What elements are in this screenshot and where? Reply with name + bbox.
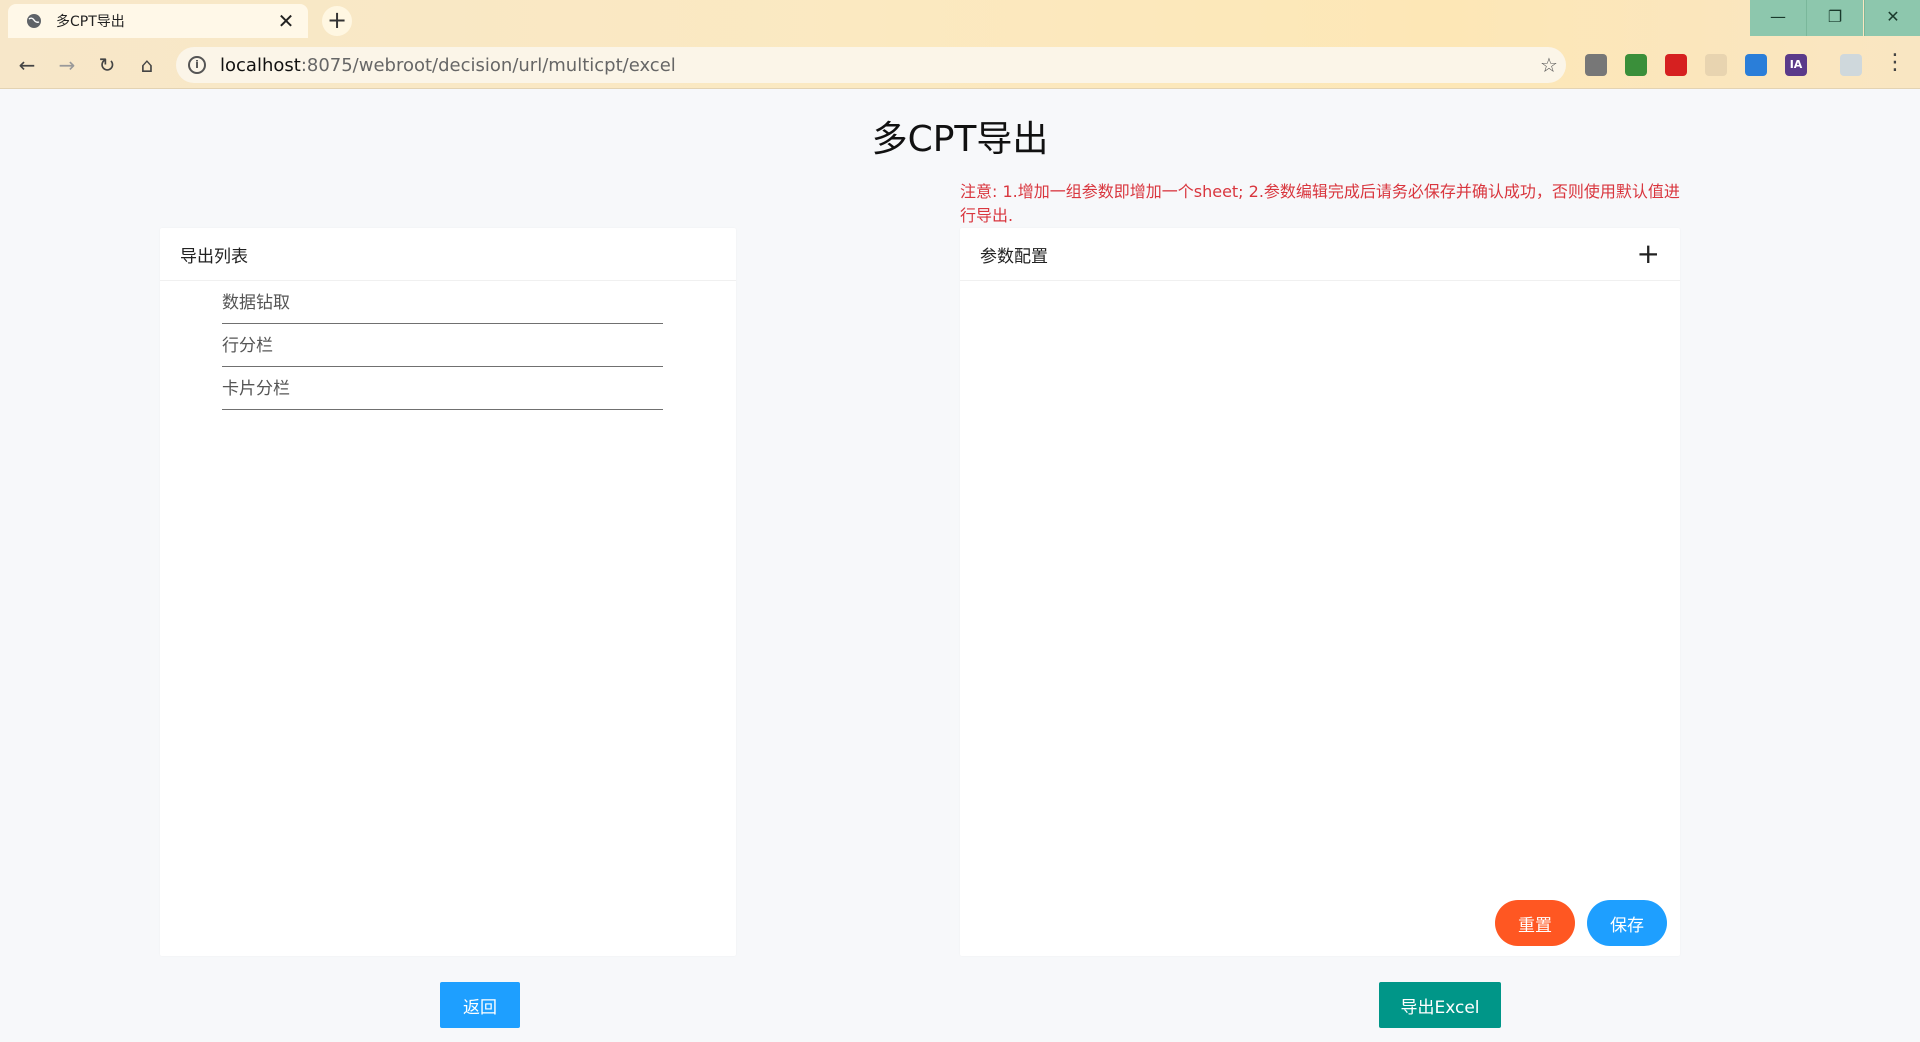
browser-toolbar: ← → ↻ ⌂ i localhost:8075/webroot/decisio…: [0, 42, 1920, 88]
list-item[interactable]: 卡片分栏: [222, 367, 663, 410]
back-icon[interactable]: ←: [12, 50, 42, 80]
extension-3-icon[interactable]: [1665, 54, 1687, 76]
tab-close-icon[interactable]: ✕: [272, 11, 300, 31]
new-tab-button[interactable]: +: [322, 6, 352, 36]
save-button[interactable]: 保存: [1587, 900, 1667, 946]
export-list: 数据钻取 行分栏 卡片分栏: [160, 281, 736, 410]
tab-title: 多CPT导出: [56, 14, 125, 30]
browser-menu-icon[interactable]: ⋮: [1884, 52, 1906, 74]
extension-5-icon[interactable]: [1745, 54, 1767, 76]
export-list-header: 导出列表: [160, 228, 736, 281]
restore-button[interactable]: ❐: [1806, 0, 1863, 36]
list-item[interactable]: 数据钻取: [222, 281, 663, 324]
export-list-title: 导出列表: [180, 246, 248, 267]
extension-6-icon[interactable]: IA: [1785, 54, 1807, 76]
address-bar[interactable]: i localhost:8075/webroot/decision/url/mu…: [176, 47, 1566, 83]
extension-7-icon[interactable]: [1840, 54, 1862, 76]
params-panel: 参数配置 +: [960, 228, 1680, 956]
extension-2-icon[interactable]: [1625, 54, 1647, 76]
browser-chrome: 多CPT导出 ✕ + — ❐ ✕ ← → ↻ ⌂ i localhost:807…: [0, 0, 1920, 89]
address-url[interactable]: localhost:8075/webroot/decision/url/mult…: [220, 55, 1532, 76]
export-excel-button[interactable]: 导出Excel: [1379, 982, 1501, 1028]
params-header: 参数配置 +: [960, 228, 1680, 281]
list-item[interactable]: 行分栏: [222, 324, 663, 367]
params-title: 参数配置: [980, 246, 1048, 267]
extension-4-icon[interactable]: [1705, 54, 1727, 76]
bookmark-star-icon[interactable]: ☆: [1532, 53, 1566, 77]
forward-icon[interactable]: →: [52, 50, 82, 80]
notice-text: 注意: 1.增加一组参数即增加一个sheet; 2.参数编辑完成后请务必保存并确…: [960, 182, 1680, 225]
export-list-panel: 导出列表 数据钻取 行分栏 卡片分栏: [160, 228, 736, 956]
home-icon[interactable]: ⌂: [132, 50, 162, 80]
url-path: :8075/webroot/decision/url/multicpt/exce…: [300, 54, 676, 76]
extension-1-icon[interactable]: [1585, 54, 1607, 76]
minimize-button[interactable]: —: [1750, 0, 1806, 36]
page-title: 多CPT导出: [871, 119, 1049, 160]
close-window-button[interactable]: ✕: [1864, 0, 1920, 36]
back-button[interactable]: 返回: [440, 982, 520, 1028]
reload-icon[interactable]: ↻: [92, 50, 122, 80]
add-param-icon[interactable]: +: [1637, 240, 1660, 268]
url-host: localhost: [220, 54, 301, 76]
globe-icon: [27, 14, 41, 28]
browser-tab[interactable]: 多CPT导出 ✕: [8, 4, 308, 38]
reset-button[interactable]: 重置: [1495, 900, 1575, 946]
info-icon[interactable]: i: [188, 56, 206, 74]
